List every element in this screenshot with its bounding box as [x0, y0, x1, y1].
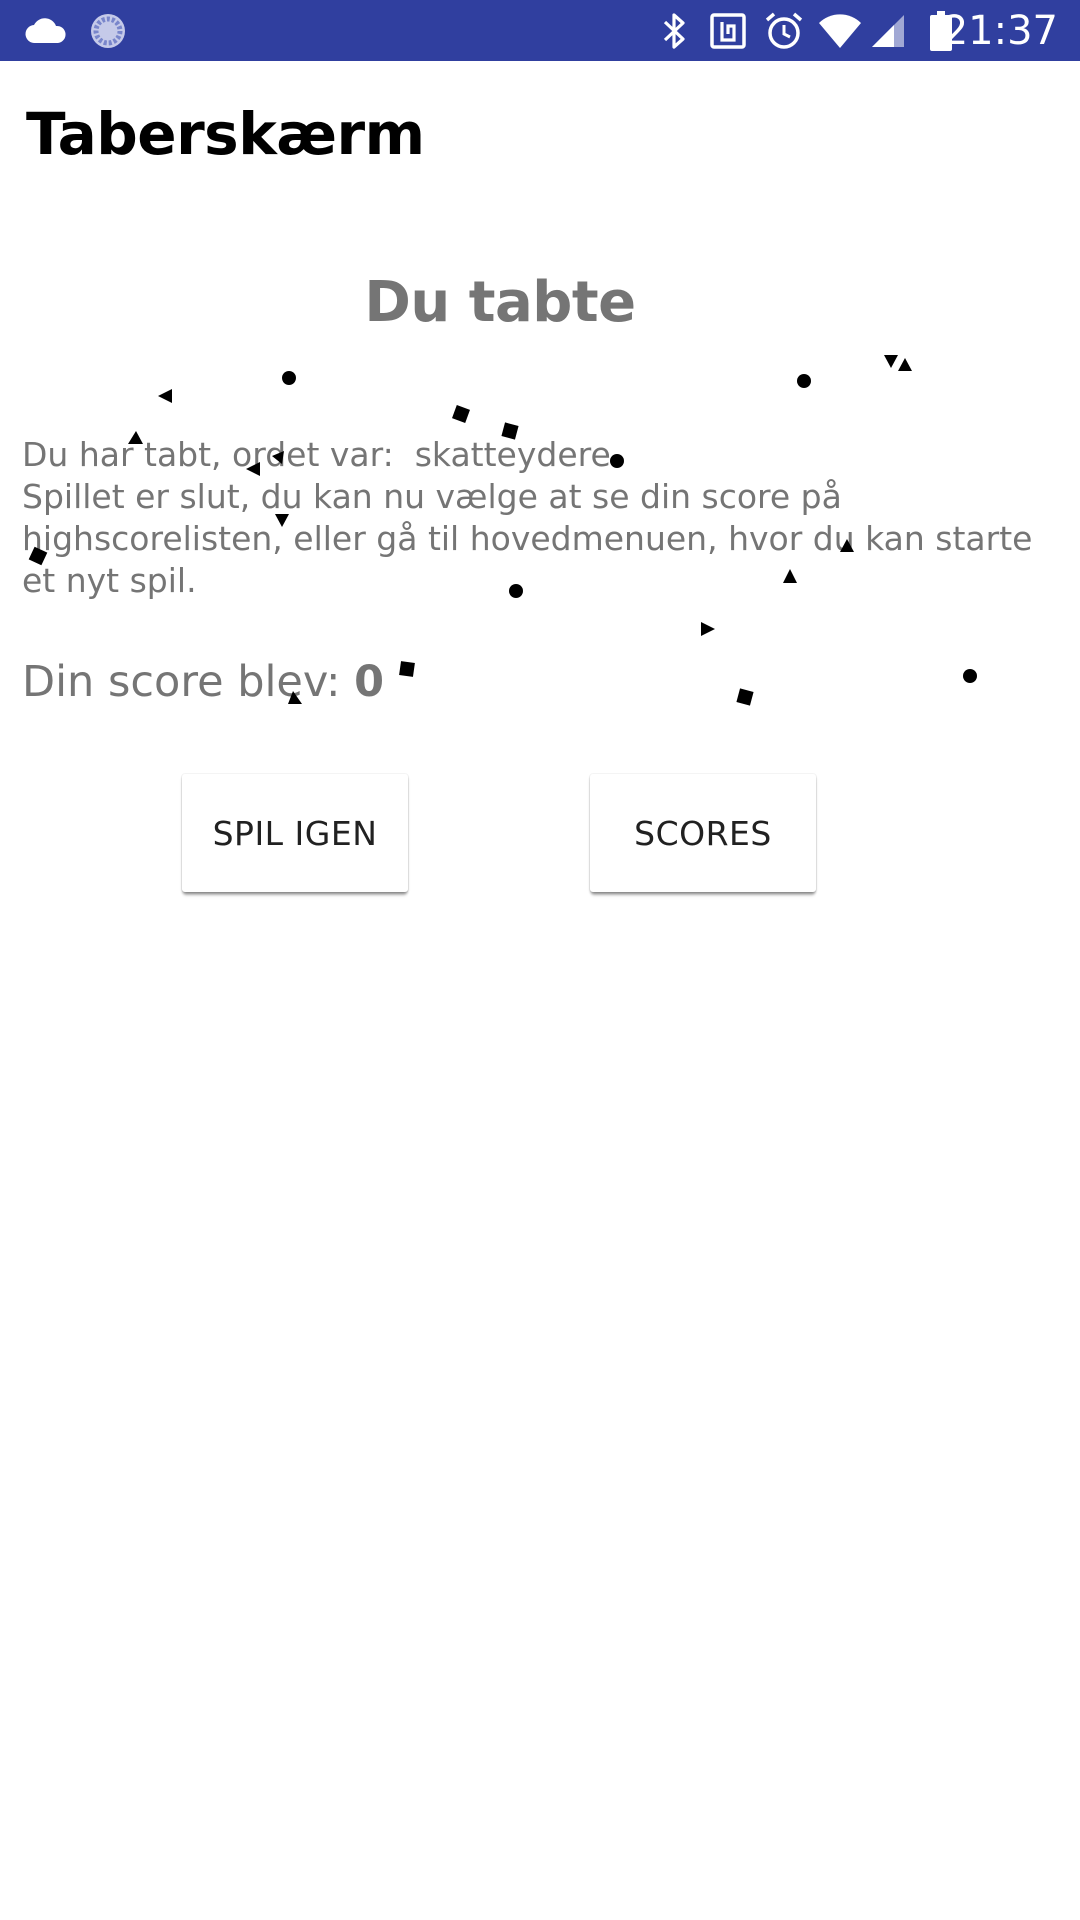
confetti-triangle	[884, 355, 898, 368]
wifi-icon	[819, 14, 861, 48]
confetti-dot	[282, 371, 296, 385]
scores-button[interactable]: SCORES	[590, 774, 816, 892]
nfc-icon	[710, 13, 746, 49]
headline: Du tabte	[364, 270, 636, 335]
score-value: 0	[354, 657, 385, 707]
status-bar: 21:37	[0, 0, 1080, 61]
alarm-icon	[765, 12, 803, 49]
message-text: Du har tabt, ordet var: skatteydere Spil…	[22, 434, 1033, 602]
confetti-dot	[963, 669, 977, 683]
sync-icon	[91, 14, 125, 48]
confetti-square	[399, 661, 415, 677]
play-again-button[interactable]: SPIL IGEN	[182, 774, 408, 892]
bluetooth-icon	[663, 13, 685, 49]
app-bar: Taberskærm	[0, 61, 1080, 208]
app-title: Taberskærm	[26, 100, 425, 168]
confetti-triangle	[158, 389, 172, 403]
message-line-2: Spillet er slut, du kan nu vælge at se d…	[22, 477, 842, 516]
message-line-4: et nyt spil.	[22, 561, 197, 600]
signal-icon	[872, 15, 904, 47]
message-line-1: Du har tabt, ordet var: skatteydere	[22, 435, 611, 474]
score-row: Din score blev: 0	[22, 652, 384, 712]
cloud-icon	[25, 18, 66, 44]
status-time: 21:37	[942, 8, 1058, 54]
confetti-triangle	[701, 622, 715, 636]
confetti-dot	[797, 374, 811, 388]
score-label: Din score blev:	[22, 657, 355, 707]
message-line-3: highscorelisten, eller gå til hovedmenue…	[22, 519, 1033, 558]
confetti-square	[452, 405, 470, 423]
confetti-triangle	[898, 358, 912, 371]
confetti-square	[736, 688, 754, 706]
